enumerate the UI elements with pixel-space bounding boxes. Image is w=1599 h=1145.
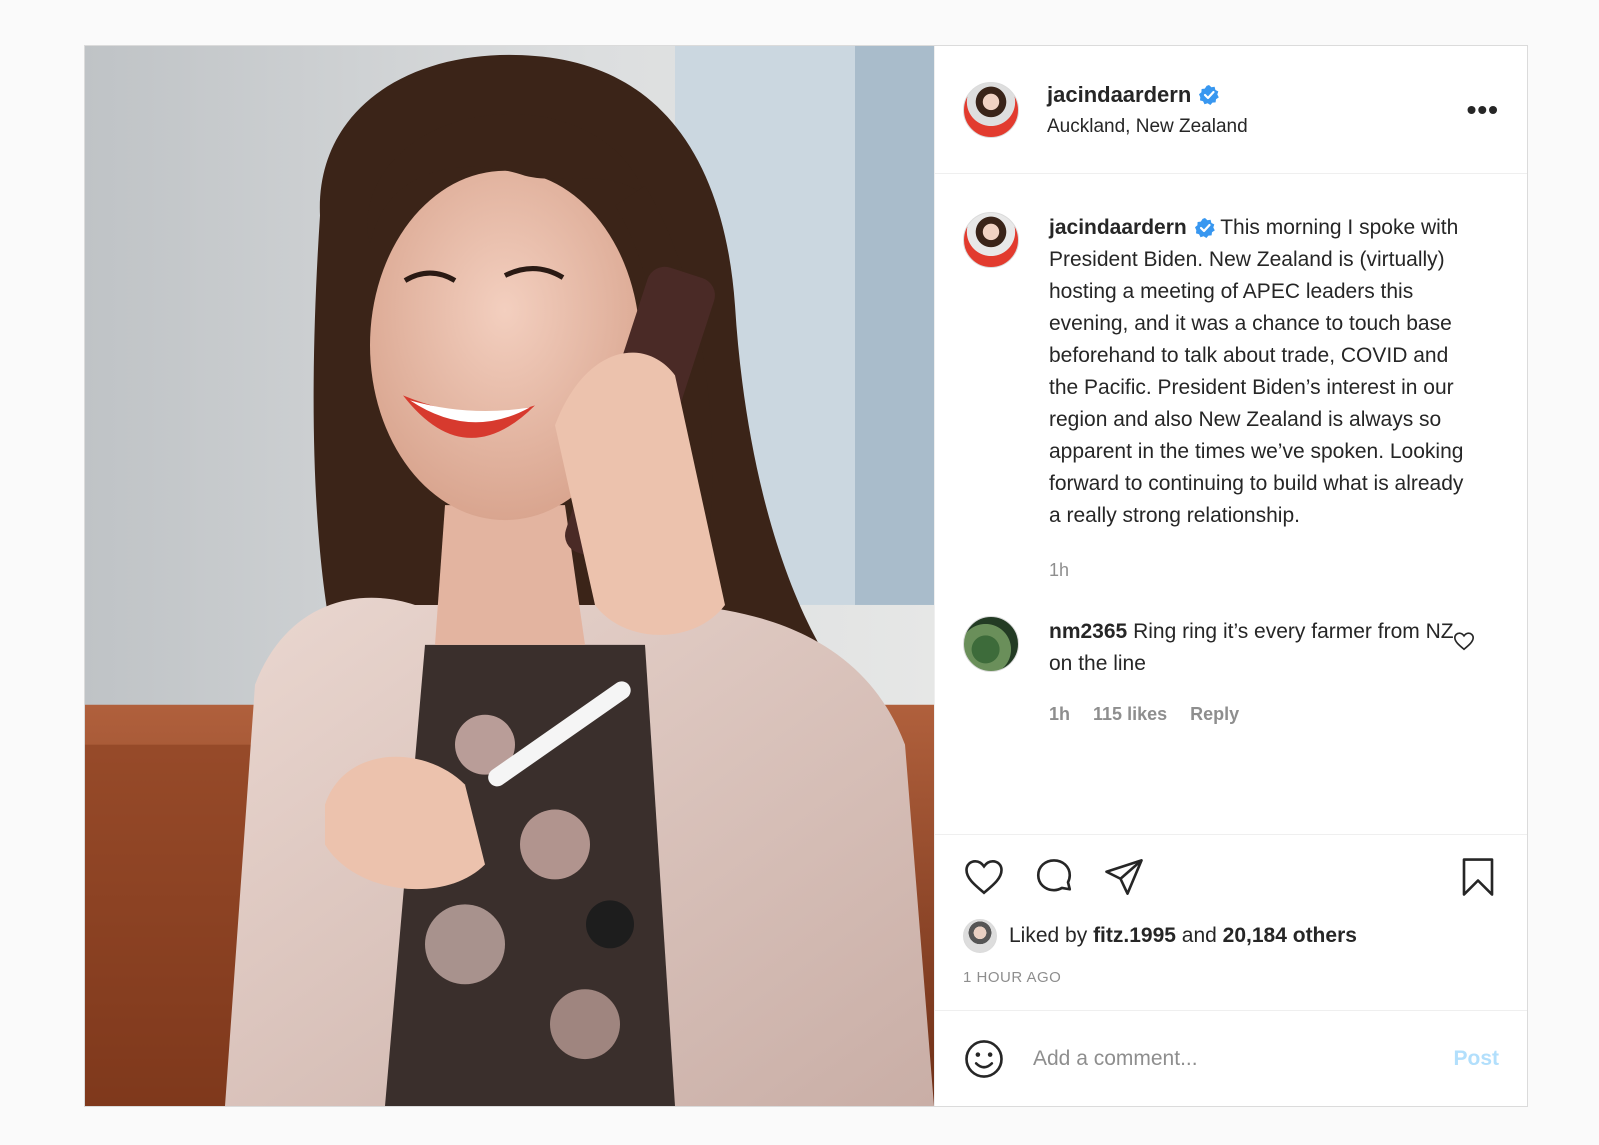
share-icon[interactable]: [1103, 856, 1145, 898]
post-comment-button[interactable]: Post: [1453, 1047, 1499, 1071]
emoji-icon[interactable]: [963, 1038, 1005, 1080]
caption-time: 1h: [1049, 560, 1070, 580]
post-photo[interactable]: [85, 46, 934, 1106]
caption-avatar[interactable]: [963, 212, 1019, 268]
author-info: jacindaardern Auckland, New Zealand: [1047, 82, 1467, 138]
post-header: jacindaardern Auckland, New Zealand •••: [935, 46, 1527, 174]
comments-section: jacindaardern This morning I spoke with …: [935, 174, 1527, 834]
likes-others-link[interactable]: 20,184 others: [1223, 924, 1357, 948]
author-avatar[interactable]: [963, 81, 1019, 138]
commenter-username[interactable]: nm2365: [1049, 616, 1127, 648]
commenter-avatar[interactable]: [963, 616, 1019, 672]
comment-item: nm2365 Ring ring it’s every farmer from …: [963, 616, 1499, 730]
post-timestamp[interactable]: 1 HOUR AGO: [963, 969, 1499, 986]
comment-icon[interactable]: [1033, 856, 1075, 898]
verified-badge-icon: [1194, 218, 1215, 238]
liker-avatar[interactable]: [963, 919, 997, 953]
liker-username[interactable]: fitz.1995: [1093, 924, 1176, 948]
comment-body: nm2365 Ring ring it’s every farmer from …: [1049, 616, 1469, 730]
likes-prefix: Liked by: [1009, 924, 1088, 947]
verified-badge-icon: [1199, 84, 1220, 105]
more-options-button[interactable]: •••: [1467, 94, 1499, 126]
comment-input[interactable]: [1033, 1046, 1454, 1071]
add-comment-bar: Post: [935, 1010, 1527, 1106]
instagram-post: jacindaardern Auckland, New Zealand ••• …: [84, 45, 1528, 1107]
author-username-text[interactable]: jacindaardern: [1047, 82, 1191, 108]
caption: jacindaardern This morning I spoke with …: [963, 212, 1499, 586]
post-actions-area: Liked by fitz.1995 and 20,184 others 1 H…: [935, 834, 1527, 1010]
caption-body: jacindaardern This morning I spoke with …: [1049, 212, 1469, 586]
likes-summary: Liked by fitz.1995 and 20,184 others: [963, 919, 1499, 953]
likes-middle: and: [1181, 924, 1217, 947]
comment-time: 1h: [1049, 704, 1071, 724]
caption-username-text[interactable]: jacindaardern: [1049, 212, 1187, 244]
post-side-panel: jacindaardern Auckland, New Zealand ••• …: [934, 46, 1527, 1106]
comment-likes[interactable]: 115 likes: [1093, 704, 1167, 724]
post-location[interactable]: Auckland, New Zealand: [1047, 116, 1467, 138]
caption-username[interactable]: jacindaardern: [1049, 212, 1215, 244]
caption-text: This morning I spoke with President Bide…: [1049, 216, 1464, 527]
reply-button[interactable]: Reply: [1190, 704, 1239, 724]
post-photo-illustration: [85, 46, 934, 1106]
comment-like-heart-icon[interactable]: [1453, 630, 1475, 652]
bookmark-icon[interactable]: [1457, 856, 1499, 898]
author-username[interactable]: jacindaardern: [1047, 82, 1220, 108]
action-bar: [963, 853, 1499, 901]
comment-meta: 1h 115 likes Reply: [1049, 698, 1469, 730]
heart-icon[interactable]: [963, 856, 1005, 898]
